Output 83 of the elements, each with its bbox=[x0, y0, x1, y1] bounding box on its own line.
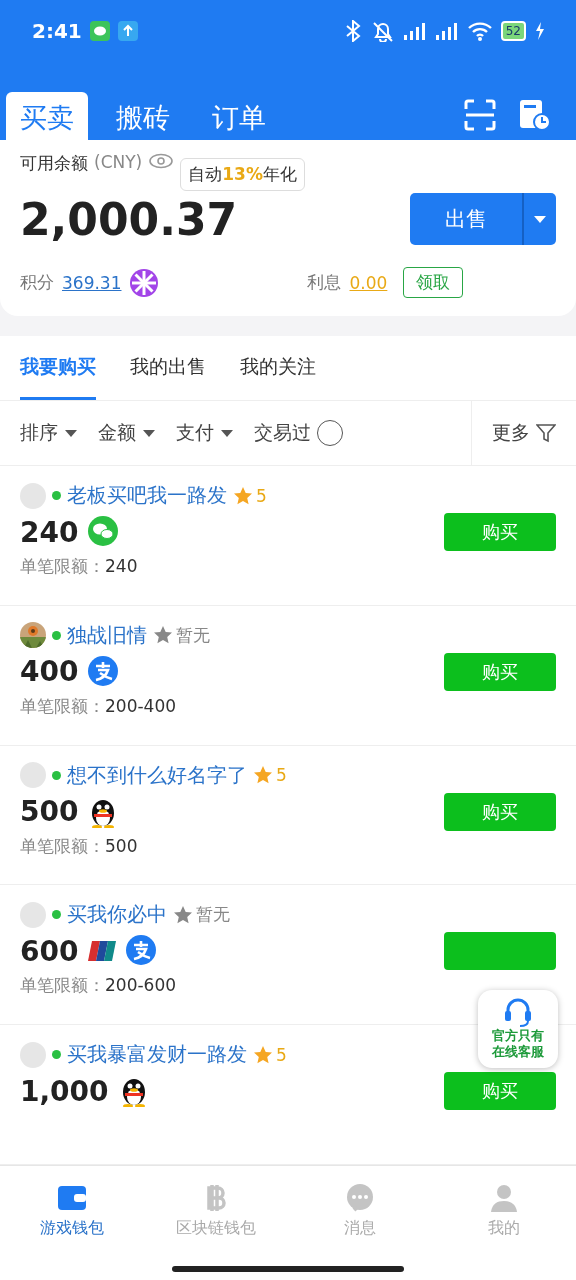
chat-app-icon bbox=[89, 21, 110, 41]
dropdown-button[interactable] bbox=[522, 193, 556, 245]
filter-dropdown[interactable]: 金额 bbox=[98, 420, 156, 446]
price: 1,000 bbox=[20, 1074, 109, 1108]
seller-name[interactable]: 想不到什么好名字了 bbox=[67, 761, 247, 789]
signal-icon bbox=[434, 20, 459, 42]
rating: 暂无 bbox=[196, 903, 230, 927]
seller-name[interactable]: 独战旧情 bbox=[67, 621, 147, 649]
star-icon bbox=[173, 904, 193, 925]
interest-amount: 0.00 bbox=[349, 272, 388, 293]
nav-tab[interactable]: 消息 bbox=[288, 1166, 432, 1254]
buy-button[interactable] bbox=[444, 932, 556, 971]
rating: 暂无 bbox=[176, 623, 210, 647]
wheel-icon[interactable] bbox=[129, 267, 160, 298]
avatar bbox=[20, 482, 46, 509]
star-icon bbox=[253, 1044, 273, 1065]
balance-label: 可用余额 bbox=[20, 152, 88, 175]
scan-icon[interactable] bbox=[464, 99, 496, 131]
caret-icon bbox=[220, 428, 234, 438]
top-tab[interactable]: 买卖 bbox=[6, 92, 88, 140]
promo-tooltip: 自动13%年化 bbox=[180, 158, 305, 191]
price: 240 bbox=[20, 515, 79, 549]
top-tab[interactable]: 订单 bbox=[198, 92, 280, 140]
rating: 5 bbox=[276, 1044, 287, 1065]
price: 600 bbox=[20, 934, 79, 968]
market-tab[interactable]: 我的出售 bbox=[130, 336, 206, 400]
market-tab[interactable]: 我的关注 bbox=[240, 336, 316, 400]
limit-text: 单笔限额：500 bbox=[20, 834, 139, 858]
sell-button[interactable]: 出售 bbox=[410, 193, 522, 245]
avatar bbox=[20, 762, 46, 789]
filter-dropdown[interactable]: 排序 bbox=[20, 420, 78, 446]
points-link[interactable]: 369.31 bbox=[62, 272, 122, 293]
filter-dropdown[interactable]: 支付 bbox=[176, 420, 234, 446]
muted-bell-icon bbox=[370, 20, 395, 42]
buy-button[interactable]: 购买 bbox=[444, 1072, 556, 1111]
customer-service-button[interactable]: 官方只有 在线客服 bbox=[478, 990, 558, 1068]
limit-text: 单笔限额：240 bbox=[20, 555, 139, 578]
interest-label: 利息 bbox=[307, 271, 342, 294]
points-label: 积分 bbox=[20, 271, 54, 294]
rating: 5 bbox=[276, 765, 287, 786]
upload-icon bbox=[117, 21, 138, 41]
star-icon bbox=[233, 485, 253, 506]
balance-amount: 2,000.37 bbox=[20, 193, 238, 245]
nav-tab[interactable]: 游戏钱包 bbox=[0, 1166, 144, 1254]
buy-button[interactable]: 购买 bbox=[444, 513, 556, 551]
battery-level: 52 bbox=[500, 21, 526, 41]
caret-icon bbox=[533, 214, 547, 224]
seller-name[interactable]: 老板买吧我一路发 bbox=[67, 482, 227, 509]
currency-label: (CNY) bbox=[94, 152, 143, 172]
wifi-icon bbox=[466, 20, 493, 42]
signal-icon bbox=[402, 20, 427, 42]
top-tab[interactable]: 搬砖 bbox=[102, 92, 184, 140]
price: 500 bbox=[20, 795, 79, 829]
caret-icon bbox=[142, 428, 156, 438]
limit-text: 单笔限额：200-600 bbox=[20, 974, 178, 998]
avatar bbox=[20, 901, 46, 928]
market-tab[interactable]: 我要购买 bbox=[20, 336, 96, 400]
alipay-icon bbox=[126, 935, 157, 968]
filter-icon bbox=[536, 423, 556, 443]
status-time: 2:41 bbox=[32, 19, 82, 43]
avatar bbox=[20, 1041, 46, 1068]
wechat-icon bbox=[88, 516, 119, 548]
more-filter-button[interactable]: 更多 bbox=[471, 401, 576, 465]
headset-icon bbox=[502, 996, 534, 1028]
filter-label: 交易过 bbox=[254, 420, 311, 445]
limit-text: 单笔限额：200-400 bbox=[20, 694, 178, 718]
history-icon[interactable] bbox=[518, 98, 552, 132]
caret-icon bbox=[64, 428, 78, 438]
star-icon bbox=[153, 625, 173, 646]
nav-tab[interactable]: 区块链钱包 bbox=[144, 1166, 288, 1254]
alipay-icon bbox=[88, 655, 119, 688]
buy-button[interactable]: 购买 bbox=[444, 652, 556, 691]
star-icon bbox=[253, 765, 273, 786]
charging-icon bbox=[534, 21, 546, 41]
rating: 5 bbox=[256, 485, 267, 506]
eye-icon[interactable] bbox=[148, 152, 175, 170]
seller-name[interactable]: 买我你必中 bbox=[67, 901, 167, 929]
chat-icon bbox=[344, 1181, 376, 1214]
seller-name[interactable]: 买我暴富发财一路发 bbox=[67, 1041, 247, 1069]
nav-tab[interactable]: 我的 bbox=[432, 1166, 576, 1254]
price: 400 bbox=[20, 655, 79, 689]
buy-button[interactable]: 购买 bbox=[444, 792, 556, 831]
claim-button[interactable]: 领取 bbox=[403, 267, 464, 298]
